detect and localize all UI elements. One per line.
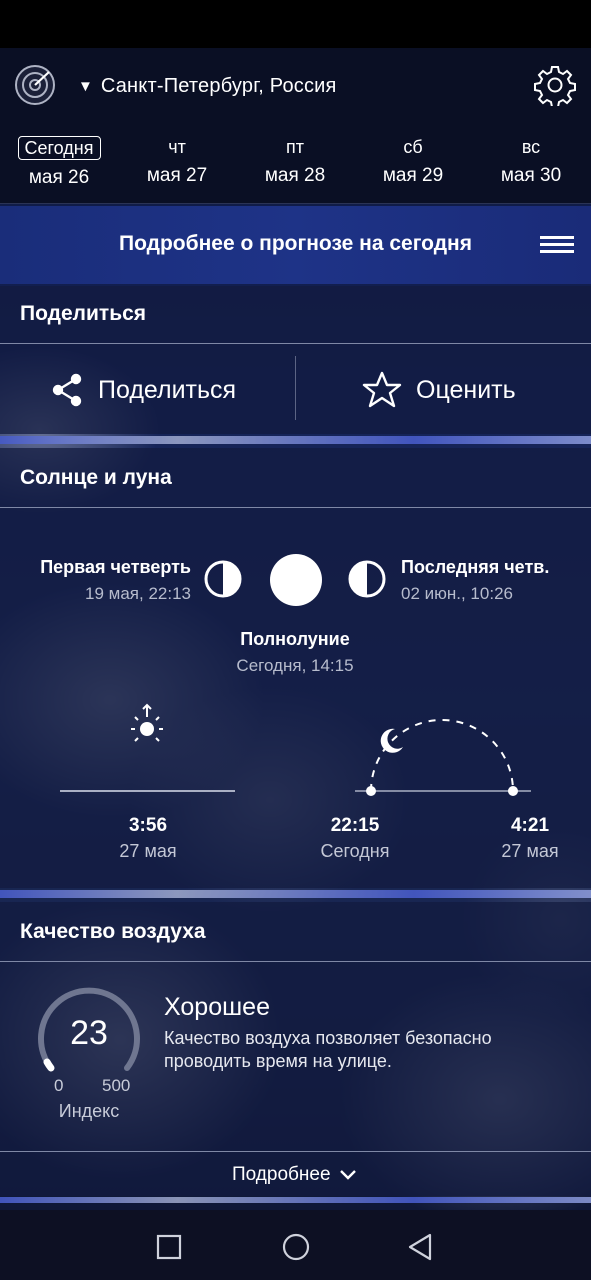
sun-horizon-line xyxy=(60,790,235,792)
day-tab-fri[interactable]: пт мая 28 xyxy=(236,120,354,204)
section-stripe xyxy=(0,890,591,898)
last-quarter-moon-icon xyxy=(348,560,386,598)
air-quality-max: 500 xyxy=(102,1076,131,1095)
first-quarter-date: 19 мая, 22:13 xyxy=(85,584,191,603)
day-tab-date: мая 30 xyxy=(500,165,562,186)
day-tab-label: пт xyxy=(286,137,304,157)
first-quarter-moon-icon xyxy=(204,560,242,598)
chevron-down-icon xyxy=(339,1170,356,1180)
divider xyxy=(295,356,296,420)
moonrise-date: Сегодня xyxy=(320,841,390,861)
moon-icon xyxy=(380,728,403,753)
air-quality-value: 23 xyxy=(70,1014,108,1052)
full-moon-date: Сегодня, 14:15 xyxy=(236,656,354,675)
recent-apps-icon[interactable] xyxy=(156,1234,182,1260)
full-moon-icon xyxy=(270,554,322,606)
day-tab-date: мая 27 xyxy=(146,165,208,186)
day-tab-thu[interactable]: чт мая 27 xyxy=(118,120,236,204)
day-tab-label: сб xyxy=(403,137,423,157)
sun-moon-header: Солнце и луна xyxy=(0,448,591,508)
app-header: ▼ Санкт-Петербург, Россия xyxy=(0,48,591,120)
back-icon[interactable] xyxy=(406,1232,434,1262)
full-moon-label: Полнолуние xyxy=(240,629,350,649)
first-quarter-label: Первая четверть xyxy=(40,557,191,577)
air-quality-section-title: Качество воздуха xyxy=(20,920,206,943)
air-quality-description: Качество воздуха позволяет безопасно про… xyxy=(164,1028,492,1071)
gear-icon[interactable] xyxy=(534,64,576,106)
radar-icon[interactable] xyxy=(14,64,56,106)
moonset-date: 27 мая xyxy=(501,841,559,861)
section-stripe xyxy=(0,1197,591,1203)
last-quarter-date: 02 июн., 10:26 xyxy=(401,584,513,603)
share-panel: Поделиться Поделиться Оценить xyxy=(0,286,591,434)
location-selector[interactable]: ▼ Санкт-Петербург, Россия xyxy=(78,72,337,100)
section-stripe xyxy=(0,436,591,444)
air-quality-header: Качество воздуха xyxy=(0,902,591,962)
day-selector: Сегодня мая 26 чт мая 27 пт мая 28 сб ма… xyxy=(0,120,591,204)
day-tab-sun[interactable]: вс мая 30 xyxy=(472,120,590,204)
menu-icon[interactable] xyxy=(540,236,574,254)
sun-moon-section-title: Солнце и луна xyxy=(20,466,172,489)
air-quality-min: 0 xyxy=(54,1076,64,1095)
day-tab-sat[interactable]: сб мая 29 xyxy=(354,120,472,204)
more-button[interactable]: Подробнее xyxy=(232,1164,357,1186)
system-nav-bar xyxy=(0,1210,591,1280)
day-tab-today[interactable]: Сегодня мая 26 xyxy=(0,120,118,204)
share-section-title: Поделиться xyxy=(20,302,147,325)
day-tab-label: Сегодня xyxy=(17,136,101,160)
air-quality-more-row: Подробнее xyxy=(0,1151,591,1195)
day-tab-date: мая 29 xyxy=(382,165,444,186)
day-tab-date: мая 28 xyxy=(264,165,326,186)
share-button-label: Поделиться xyxy=(98,375,237,404)
location-label: Санкт-Петербург, Россия xyxy=(100,74,337,97)
moonrise-time: 22:15 xyxy=(330,815,380,836)
sunrise-icon xyxy=(131,703,163,742)
forecast-details-title: Подробнее о прогнозе на сегодня xyxy=(119,232,472,255)
last-quarter-label: Последняя четв. xyxy=(401,557,550,577)
sunrise-date: 27 мая xyxy=(119,841,177,861)
home-icon[interactable] xyxy=(281,1232,311,1262)
moonset-time: 4:21 xyxy=(510,815,550,836)
air-quality-index-label: Индекс xyxy=(58,1101,120,1121)
share-panel-header: Поделиться xyxy=(0,286,591,344)
share-button[interactable]: Поделиться xyxy=(50,344,236,436)
rate-button[interactable]: Оценить xyxy=(362,344,516,436)
day-tab-label: чт xyxy=(168,137,186,157)
forecast-details-banner[interactable]: Подробнее о прогнозе на сегодня xyxy=(0,206,591,284)
day-tab-date: мая 26 xyxy=(28,167,90,188)
more-button-label: Подробнее xyxy=(232,1164,331,1185)
air-quality-status: Хорошее xyxy=(164,993,270,1021)
sunrise-time: 3:56 xyxy=(128,815,168,836)
status-bar xyxy=(0,0,591,48)
star-icon xyxy=(362,371,402,408)
share-icon xyxy=(52,373,82,407)
day-tab-label: вс xyxy=(521,137,541,157)
dropdown-arrow-icon: ▼ xyxy=(78,77,93,95)
rate-button-label: Оценить xyxy=(416,375,516,404)
